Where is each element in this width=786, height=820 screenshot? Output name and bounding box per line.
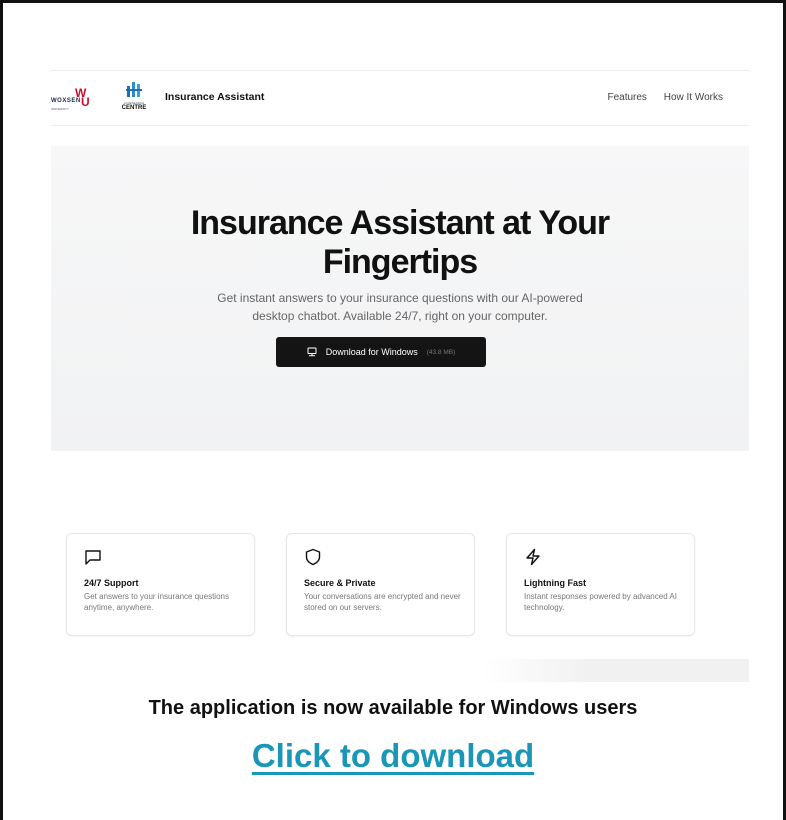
feature-title: Lightning Fast	[524, 578, 586, 588]
download-size: (43.8 MB)	[426, 348, 456, 356]
brand-name[interactable]: Insurance Assistant	[165, 91, 264, 103]
hero-subtitle: Get instant answers to your insurance qu…	[217, 291, 583, 323]
hero-title: Insurance Assistant at Your Fingertips	[190, 204, 610, 281]
feature-title: 24/7 Support	[84, 578, 139, 588]
feature-desc: Your conversations are encrypted and nev…	[304, 592, 461, 612]
hero-section: Insurance Assistant at Your Fingertips G…	[51, 146, 749, 451]
centre-logo-icon	[126, 82, 142, 97]
feature-title: Secure & Private	[304, 578, 376, 588]
woxsen-university-logo[interactable]: W WOXSEN U UNIVERSITY	[51, 83, 91, 113]
feature-desc: Instant responses powered by advanced AI…	[524, 592, 677, 612]
top-nav: W WOXSEN U UNIVERSITY AI RESEARCH CENTRE…	[51, 70, 749, 126]
section-fade	[481, 659, 749, 682]
shield-icon	[305, 548, 321, 566]
ai-research-centre-logo[interactable]: AI RESEARCH CENTRE	[119, 81, 149, 117]
website-screenshot: W WOXSEN U UNIVERSITY AI RESEARCH CENTRE…	[51, 70, 749, 682]
monitor-icon	[307, 347, 317, 357]
chat-bubble-icon	[85, 550, 101, 565]
lightning-icon	[526, 548, 540, 566]
download-windows-button[interactable]: Download for Windows (43.8 MB)	[276, 337, 486, 367]
nav-links: Features How It Works	[593, 92, 723, 103]
feature-card-secure: Secure & Private Your conversations are …	[286, 533, 475, 636]
feature-desc: Get answers to your insurance questions …	[84, 592, 229, 612]
click-to-download-link[interactable]: Click to download	[0, 737, 786, 775]
nav-link-how-it-works[interactable]: How It Works	[664, 92, 723, 103]
feature-card-support: 24/7 Support Get answers to your insuran…	[66, 533, 255, 636]
nav-link-features[interactable]: Features	[607, 92, 646, 103]
features-row: 24/7 Support Get answers to your insuran…	[66, 533, 749, 637]
feature-card-fast: Lightning Fast Instant responses powered…	[506, 533, 695, 636]
availability-caption: The application is now available for Win…	[148, 697, 638, 719]
download-label: Download for Windows	[325, 347, 418, 357]
